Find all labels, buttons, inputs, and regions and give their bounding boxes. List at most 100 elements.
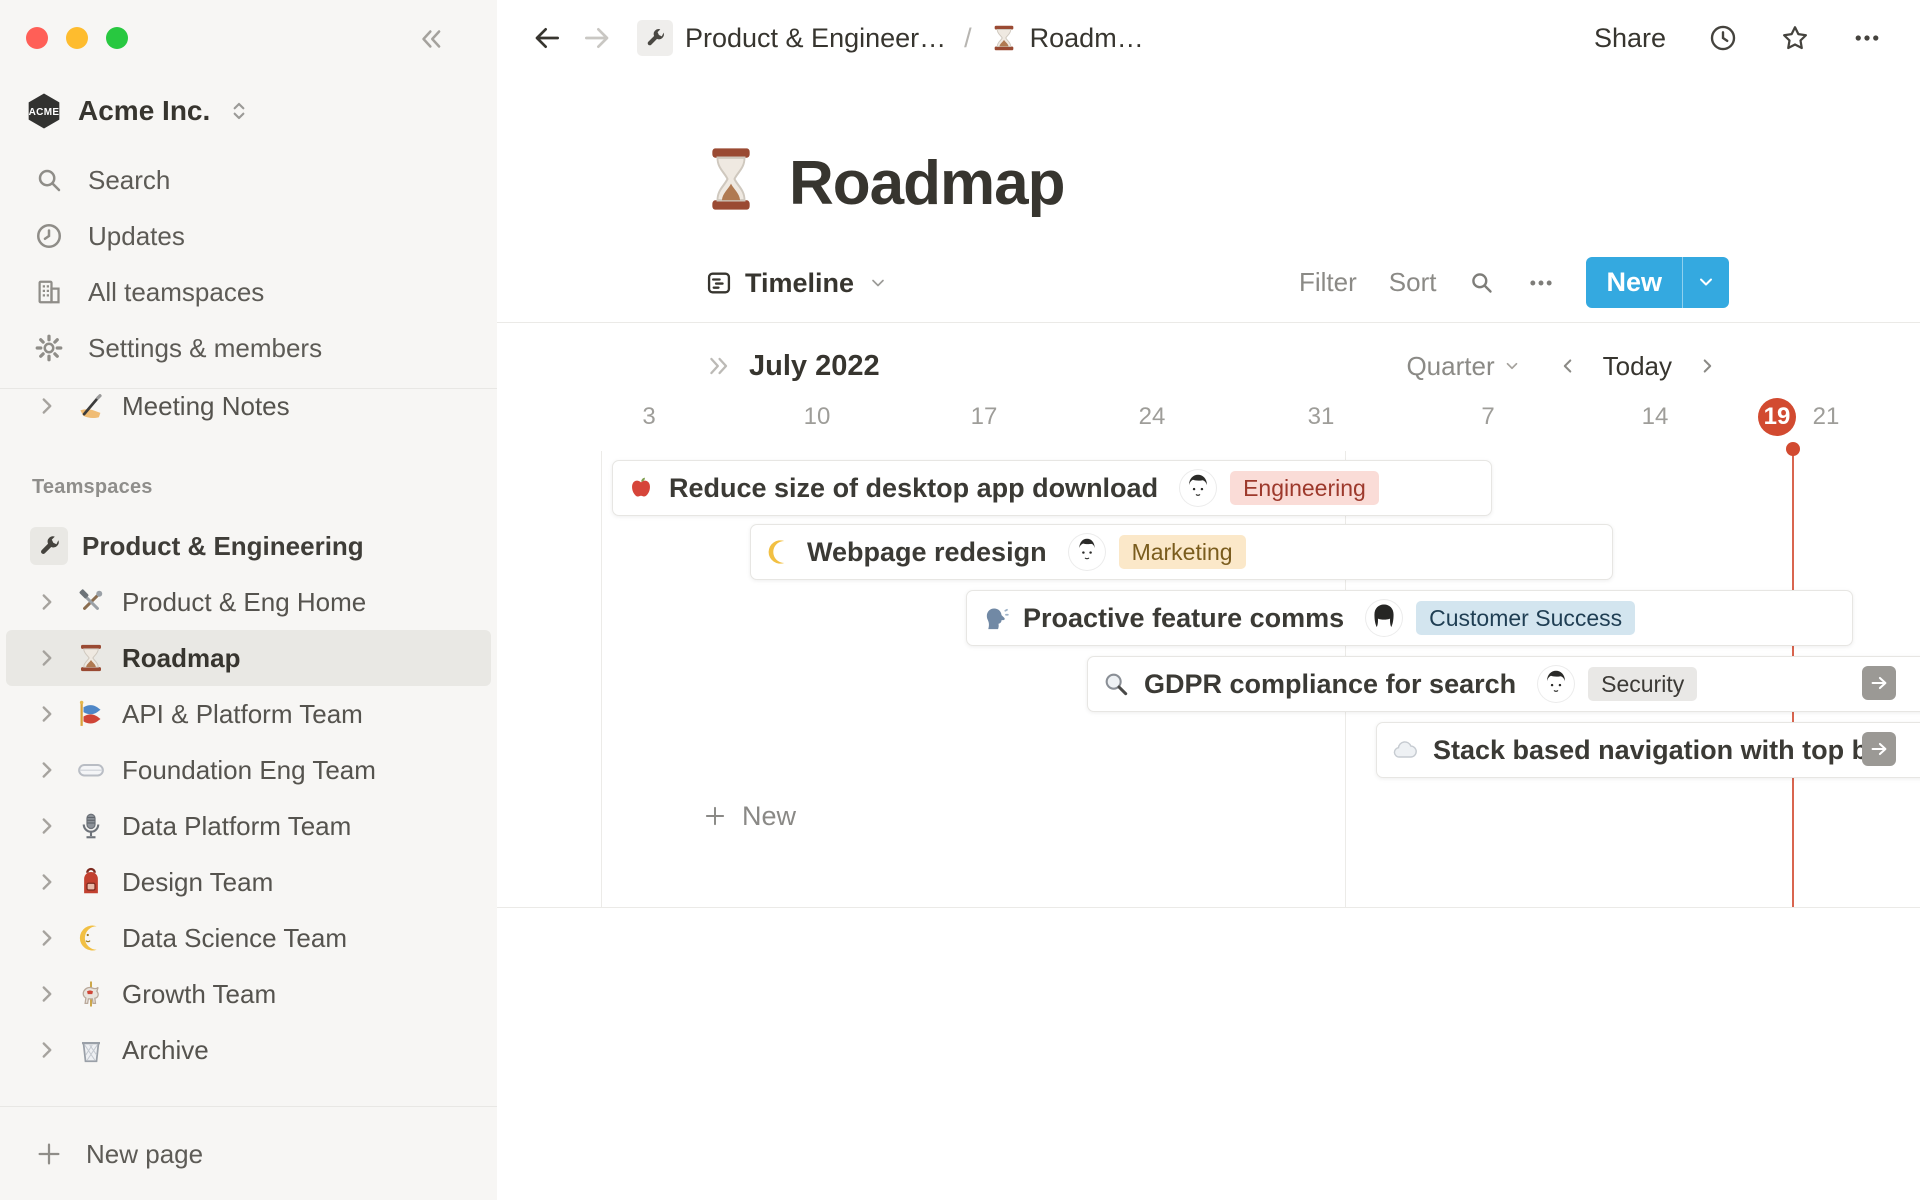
plus-icon [34,1139,64,1169]
back-button[interactable] [531,22,563,54]
chevron-right-icon[interactable] [34,1037,60,1063]
timeline-card-reduce-desktop-download[interactable]: Reduce size of desktop app download Engi… [612,460,1492,516]
timeline-header: July 2022 [705,345,880,387]
assignee-avatar [1366,600,1402,636]
sidebar-item-label: Foundation Eng Team [122,754,376,785]
card-title: Reduce size of desktop app download [669,472,1159,503]
chevron-right-icon[interactable] [34,645,60,671]
chevron-right-icon[interactable] [34,589,60,615]
new-button-group: New [1586,256,1729,308]
date-tick: 3 [642,403,656,430]
sidebar-item-foundation-eng-team[interactable]: Foundation Eng Team [6,742,491,798]
scroll-right-arrow-button[interactable] [1862,666,1896,700]
previous-period-icon[interactable] [1557,355,1579,377]
today-button[interactable]: Today [1603,351,1672,382]
new-button[interactable]: New [1586,257,1682,308]
double-chevron-right-icon[interactable] [705,352,733,380]
workspace-switcher[interactable]: ACME Acme Inc. [24,84,477,138]
add-item-button[interactable]: New [702,797,796,835]
hourglass-emoji-icon [990,24,1018,52]
cloud-emoji-icon [1391,736,1419,764]
date-tick: 7 [1481,403,1495,430]
timeline-card-stack-based-navigation[interactable]: Stack based navigation with top bar [1376,722,1920,778]
hammer-and-wrench-emoji-icon [76,587,106,617]
sidebar-item-roadmap[interactable]: Roadmap [6,630,491,686]
sidebar-item-label: Product & Engineering [82,530,364,561]
sidebar-item-label: Data Science Team [122,922,347,953]
chevron-right-icon[interactable] [34,757,60,783]
sidebar-item-label: Product & Eng Home [122,586,367,617]
sidebar-item-all-teamspaces[interactable]: All teamspaces [0,264,497,320]
assignee-avatar [1180,470,1216,506]
card-title: Stack based navigation with top bar [1433,734,1894,765]
sort-button[interactable]: Sort [1389,267,1437,298]
forward-button[interactable] [581,22,613,54]
microphone-emoji-icon [76,811,106,841]
carp-streamer-emoji-icon [76,699,106,729]
search-icon[interactable] [1468,269,1495,296]
sidebar-collapse-icon[interactable] [416,24,446,54]
chevron-right-icon[interactable] [34,981,60,1007]
sidebar-item-label: Updates [88,220,185,251]
next-period-icon[interactable] [1696,355,1718,377]
teamspaces-section-label: Teamspaces [32,476,153,498]
add-item-label: New [742,800,797,831]
chevron-down-icon [868,273,888,293]
sidebar-menu: Search Updates All teamspaces Settings &… [0,152,497,376]
card-title: Proactive feature comms [1023,602,1345,633]
scale-selector[interactable]: Quarter [1406,351,1520,382]
view-options: Filter Sort New [1299,255,1729,309]
card-title: Webpage redesign [807,536,1047,567]
chevron-right-icon[interactable] [34,925,60,951]
star-icon[interactable] [1780,23,1810,53]
timeline-card-proactive-feature-comms[interactable]: Proactive feature comms Customer Success [966,590,1853,646]
new-button-dropdown[interactable] [1683,257,1729,308]
sidebar-item-data-science-team[interactable]: Data Science Team [6,910,491,966]
page-hourglass-emoji-icon[interactable] [703,144,759,214]
workspace-switch-icon [226,98,252,124]
sidebar-item-data-platform-team[interactable]: Data Platform Team [6,798,491,854]
breadcrumb: Product & Engineer… / Roadm… [637,18,1144,58]
sidebar-item-settings[interactable]: Settings & members [0,320,497,376]
sidebar-item-meeting-notes[interactable]: Meeting Notes [6,378,491,434]
date-tick: 24 [1138,403,1166,430]
timeline-card-webpage-redesign[interactable]: Webpage redesign Marketing [750,524,1613,580]
chevron-right-icon[interactable] [34,813,60,839]
search-icon [34,164,66,196]
new-page-button[interactable]: New page [0,1124,497,1184]
breadcrumb-item[interactable]: Product & Engineer… [685,23,946,54]
tab-timeline-view[interactable]: Timeline [705,258,888,308]
timeline-card-gdpr-compliance[interactable]: GDPR compliance for search Security [1087,656,1920,712]
share-button[interactable]: Share [1594,23,1666,54]
sidebar-item-growth-team[interactable]: Growth Team [6,966,491,1022]
chevron-right-icon[interactable] [34,701,60,727]
breadcrumb-item[interactable]: Roadm… [1030,23,1144,54]
gear-icon [34,332,66,364]
sidebar-item-archive[interactable]: Archive [6,1022,491,1078]
clock-icon [34,220,66,252]
date-tick: 17 [970,403,998,430]
close-button[interactable] [26,27,48,49]
scale-label: Quarter [1406,350,1495,381]
sidebar-item-search[interactable]: Search [0,152,497,208]
sidebar-item-updates[interactable]: Updates [0,208,497,264]
sidebar-item-product-engineering[interactable]: Product & Engineering [6,518,491,574]
more-options-icon[interactable] [1852,23,1882,53]
clock-icon[interactable] [1708,23,1738,53]
chevron-right-icon[interactable] [34,869,60,895]
minimize-button[interactable] [66,27,88,49]
wastebasket-emoji-icon [76,1035,106,1065]
sidebar-item-design-team[interactable]: Design Team [6,854,491,910]
chevron-right-icon[interactable] [34,393,60,419]
zoom-button[interactable] [106,27,128,49]
sidebar-item-label: Growth Team [122,978,277,1009]
more-options-icon[interactable] [1527,269,1554,296]
scroll-right-arrow-button[interactable] [1862,732,1896,766]
filter-button[interactable]: Filter [1299,267,1357,298]
sidebar-item-product-eng-home[interactable]: Product & Eng Home [6,574,491,630]
sidebar-bottom-divider [0,1106,497,1107]
carousel-horse-emoji-icon [76,979,106,1009]
topbar-actions: Share [1594,18,1882,58]
sidebar-item-api-platform-team[interactable]: API & Platform Team [6,686,491,742]
wrench-emoji-icon [637,20,673,56]
